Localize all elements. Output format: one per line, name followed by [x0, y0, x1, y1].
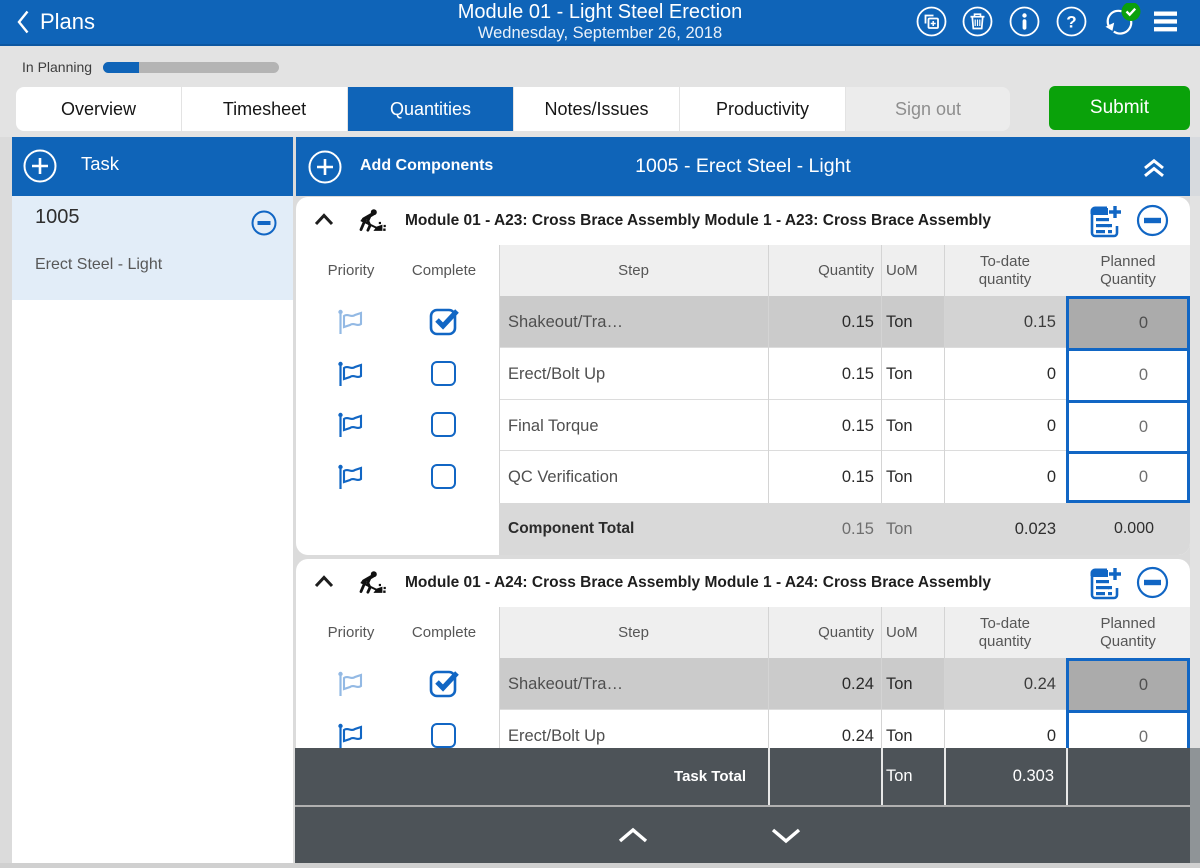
svg-text:?: ?: [1066, 13, 1076, 32]
